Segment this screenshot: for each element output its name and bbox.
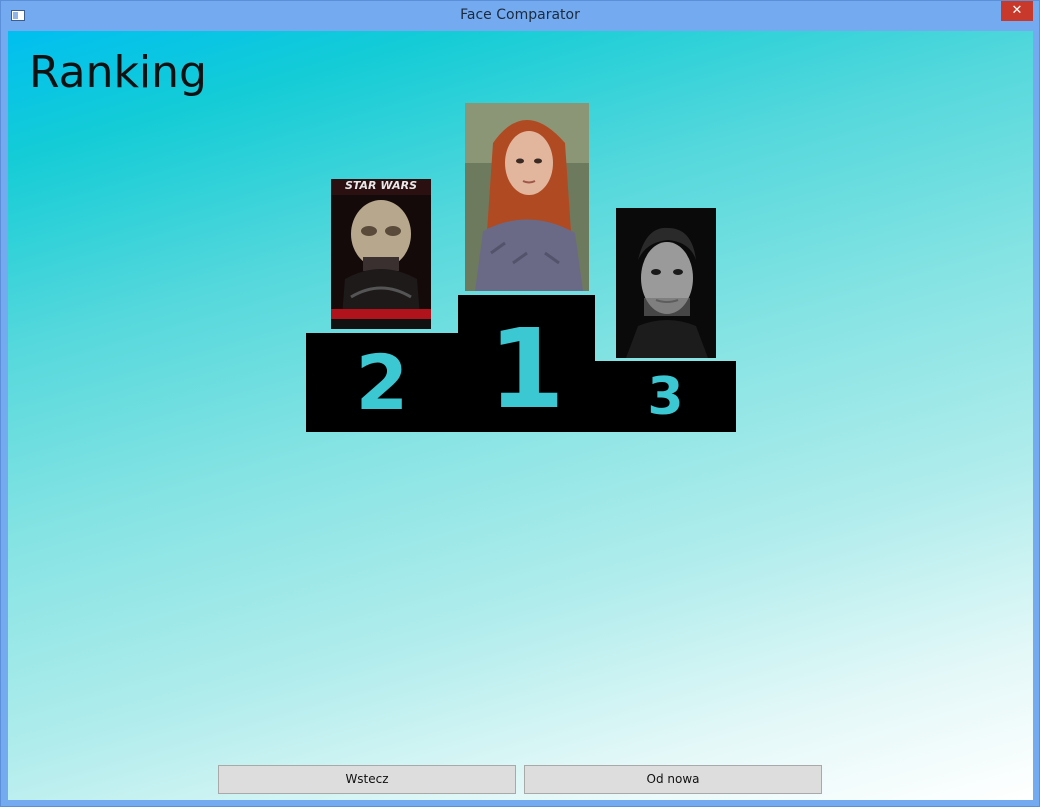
rank-2-photo: STAR WARS: [331, 179, 431, 329]
podium-third-number: 3: [647, 367, 684, 427]
app-window: Face Comparator ✕ Ranking STAR WARS 2 1 …: [0, 0, 1040, 807]
podium-third: 3: [595, 361, 736, 432]
rank-3-photo-image: [616, 208, 716, 358]
rank-2-poster-text: STAR WARS: [344, 179, 418, 192]
podium-first: 1: [458, 295, 595, 432]
client-area: Ranking STAR WARS 2 1 3 Wstecz Od nowa: [8, 31, 1033, 800]
rank-1-photo: [465, 103, 589, 291]
rank-1-photo-image: [465, 103, 589, 291]
restart-button[interactable]: Od nowa: [524, 765, 822, 794]
podium-second-number: 2: [355, 338, 409, 427]
page-title: Ranking: [29, 47, 207, 98]
rank-3-photo: [616, 208, 716, 358]
rank-2-photo-image: [331, 179, 431, 329]
window-title: Face Comparator: [460, 7, 580, 23]
title-bar[interactable]: Face Comparator ✕: [1, 1, 1039, 31]
close-button[interactable]: ✕: [1001, 1, 1033, 21]
back-button[interactable]: Wstecz: [218, 765, 516, 794]
podium-second: 2: [306, 333, 458, 432]
podium-first-number: 1: [488, 305, 565, 433]
